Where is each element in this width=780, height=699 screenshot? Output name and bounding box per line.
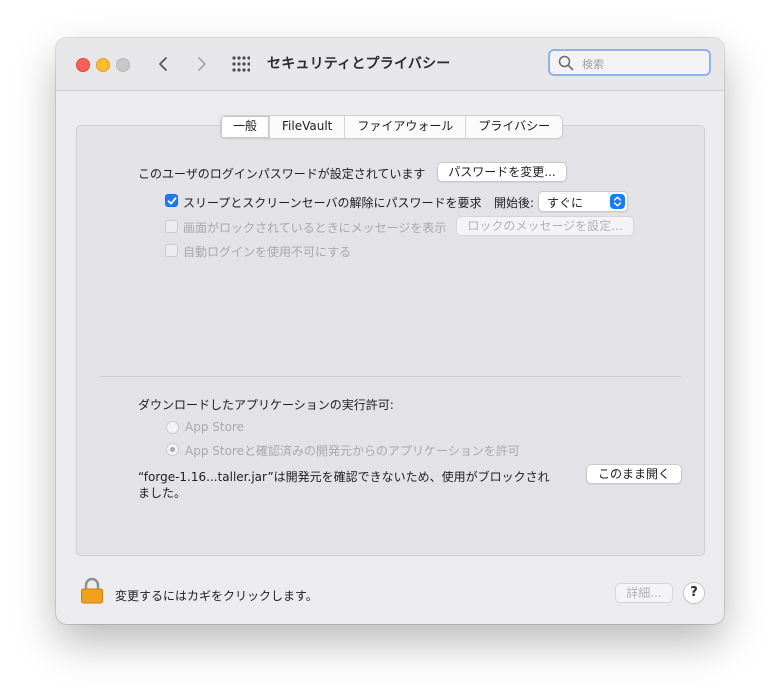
open-anyway-button[interactable]: このまま開く (586, 464, 682, 484)
titlebar: セキュリティとプライバシー (56, 38, 724, 91)
popup-arrows-icon (610, 194, 625, 209)
show-lock-message-checkbox[interactable] (165, 220, 178, 233)
search-input[interactable] (580, 54, 704, 74)
blocked-app-message-line2: ました。 (138, 486, 187, 500)
blocked-app-message-line1: “forge-1.16...taller.jar”は開発元を確認できないため、使… (138, 470, 550, 484)
chevron-right-icon (198, 57, 206, 71)
show-all-grid-icon[interactable] (232, 56, 251, 72)
tab-firewall[interactable]: ファイアウォール (345, 116, 467, 138)
disable-auto-login-label: 自動ログインを使用不可にする (183, 245, 352, 259)
start-after-value: すぐに (547, 196, 584, 210)
require-password-label: スリープとスクリーンセーバの解除にパスワードを要求 (183, 196, 482, 210)
preferences-window: セキュリティとプライバシー 一般 FileVault ファイアウォール プライバ… (56, 38, 724, 624)
search-field[interactable] (548, 49, 711, 76)
close-window-button[interactable] (76, 58, 90, 72)
change-password-button[interactable]: パスワードを変更... (437, 162, 567, 182)
start-after-label: 開始後: (494, 196, 535, 210)
tab-general[interactable]: 一般 (221, 116, 271, 138)
radio-app-store-label: App Store (185, 420, 244, 434)
tab-bar: 一般 FileVault ファイアウォール プライバシー (220, 115, 564, 139)
set-lock-message-button[interactable]: ロックのメッセージを設定... (456, 216, 634, 236)
chevron-left-icon (159, 57, 167, 71)
radio-identified-developers[interactable] (166, 443, 179, 456)
radio-app-store[interactable] (166, 421, 179, 434)
lock-instruction-text: 変更するにはカギをクリックします。 (115, 589, 318, 603)
search-icon (558, 55, 574, 71)
require-password-checkbox[interactable] (165, 194, 178, 207)
lock-icon[interactable] (80, 577, 104, 609)
disable-auto-login-checkbox[interactable] (165, 244, 178, 257)
section-divider (99, 376, 681, 377)
advanced-button[interactable]: 詳細... (615, 583, 673, 603)
radio-identified-label: App Storeと確認済みの開発元からのアプリケーションを許可 (185, 444, 520, 458)
tab-filevault[interactable]: FileVault (270, 116, 346, 138)
tab-privacy[interactable]: プライバシー (466, 116, 563, 138)
password-set-text: このユーザのログインパスワードが設定されています (138, 167, 426, 181)
downloads-heading: ダウンロードしたアプリケーションの実行許可: (138, 398, 394, 412)
show-lock-message-label: 画面がロックされているときにメッセージを表示 (183, 221, 447, 235)
back-button[interactable] (152, 53, 176, 75)
forward-button[interactable] (190, 53, 214, 75)
checkmark-icon (167, 197, 177, 205)
window-title: セキュリティとプライバシー (267, 56, 451, 72)
zoom-window-button[interactable] (116, 58, 130, 72)
help-button[interactable]: ? (683, 582, 705, 604)
minimize-window-button[interactable] (96, 58, 110, 72)
start-after-popup[interactable]: すぐに (538, 191, 628, 212)
